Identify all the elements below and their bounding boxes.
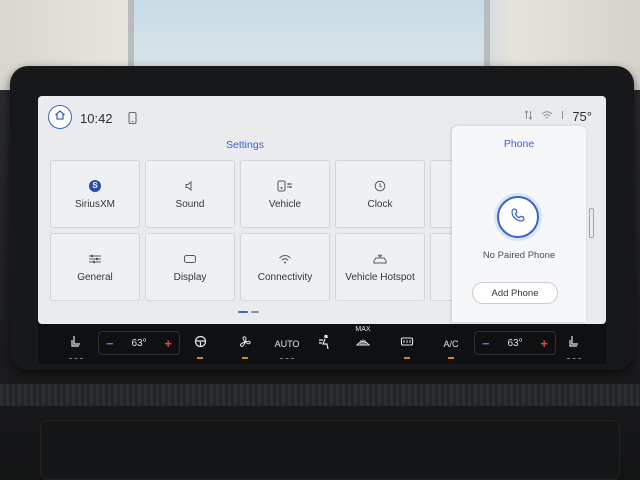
tile-label: General bbox=[77, 271, 113, 283]
airflow-mode-button[interactable] bbox=[314, 330, 336, 358]
phone-pairing-status: No Paired Phone bbox=[482, 250, 556, 261]
phone-call-button[interactable] bbox=[497, 196, 539, 238]
phone-status-icon bbox=[128, 111, 137, 129]
tile-label: Vehicle Hotspot bbox=[345, 271, 415, 283]
vehicle-settings-icon bbox=[277, 179, 293, 193]
driver-temp-up-button[interactable]: + bbox=[164, 336, 172, 351]
tile-vehicle-hotspot[interactable]: Vehicle Hotspot bbox=[335, 233, 425, 301]
background-window bbox=[128, 0, 490, 70]
home-button[interactable] bbox=[48, 105, 72, 129]
tile-label: Connectivity bbox=[257, 271, 313, 283]
tile-display[interactable]: Display bbox=[145, 233, 235, 301]
steering-wheel-icon bbox=[194, 335, 207, 353]
siriusxm-icon: S bbox=[89, 179, 101, 193]
siriusxm-badge: S bbox=[89, 179, 101, 192]
steering-wheel-heat-button[interactable] bbox=[190, 330, 210, 359]
active-indicator bbox=[404, 357, 410, 359]
phone-panel: Phone No Paired Phone Add Phone bbox=[452, 126, 586, 322]
passenger-temp-up-button[interactable]: + bbox=[540, 336, 548, 351]
auto-label: AUTO bbox=[274, 339, 300, 349]
infotainment-screen: 10:42 75° Settings S SiriusXM Sound Vehi… bbox=[38, 96, 606, 324]
passenger-temperature-control: − 63° + bbox=[474, 331, 556, 355]
dashboard-lower-panel bbox=[40, 420, 620, 480]
tile-label: Vehicle bbox=[268, 198, 302, 210]
seat-heat-icon bbox=[568, 335, 580, 354]
clock-time: 10:42 bbox=[80, 111, 113, 126]
driver-seat-heat-button[interactable] bbox=[66, 330, 86, 360]
active-indicator bbox=[197, 357, 203, 359]
phone-icon bbox=[510, 207, 526, 228]
max-defrost-button[interactable]: MAX bbox=[350, 326, 376, 358]
hotspot-car-icon bbox=[372, 252, 388, 266]
tile-vehicle[interactable]: Vehicle bbox=[240, 160, 330, 228]
sliders-icon bbox=[88, 252, 102, 266]
tile-label: SiriusXM bbox=[74, 198, 115, 210]
rear-defrost-icon bbox=[400, 335, 414, 353]
airflow-person-icon bbox=[318, 334, 332, 355]
add-phone-button[interactable]: Add Phone bbox=[472, 282, 558, 304]
tile-label: Display bbox=[173, 271, 207, 283]
active-indicator bbox=[448, 357, 454, 359]
speaker-icon bbox=[184, 179, 196, 193]
tile-clock[interactable]: Clock bbox=[335, 160, 425, 228]
outside-temperature: 75° bbox=[572, 108, 592, 124]
level-indicator bbox=[567, 358, 581, 360]
climate-control-bar: − 63° + AUTO MAX A/C − 63° + bbox=[38, 324, 606, 364]
driver-temp-down-button[interactable]: − bbox=[106, 336, 114, 351]
fan-icon bbox=[238, 335, 252, 354]
tile-sound[interactable]: Sound bbox=[145, 160, 235, 228]
page-indicator bbox=[238, 311, 259, 313]
tile-siriusxm[interactable]: S SiriusXM bbox=[50, 160, 140, 228]
panel-scroll-indicator[interactable] bbox=[589, 208, 594, 238]
clock-icon bbox=[374, 179, 386, 193]
home-icon bbox=[54, 108, 66, 126]
tile-connectivity[interactable]: Connectivity bbox=[240, 233, 330, 301]
auto-climate-button[interactable]: AUTO bbox=[272, 330, 302, 360]
tile-general[interactable]: General bbox=[50, 233, 140, 301]
ac-button[interactable]: A/C bbox=[438, 330, 464, 359]
active-indicator bbox=[242, 357, 248, 359]
passenger-temperature: 63° bbox=[507, 337, 523, 349]
level-indicator bbox=[280, 358, 294, 360]
wifi-signal-icon bbox=[541, 107, 553, 125]
ac-label: A/C bbox=[443, 339, 459, 349]
wifi-icon bbox=[278, 252, 292, 266]
tile-label: Sound bbox=[175, 198, 205, 210]
driver-temperature: 63° bbox=[131, 337, 147, 349]
level-indicator bbox=[69, 358, 83, 360]
data-transfer-icon bbox=[524, 107, 533, 125]
dashboard-vent-strip bbox=[0, 384, 640, 406]
display-icon bbox=[183, 252, 197, 266]
max-label: MAX bbox=[355, 326, 371, 333]
front-defrost-icon bbox=[355, 335, 371, 353]
passenger-temp-down-button[interactable]: − bbox=[482, 336, 490, 351]
status-indicators: 75° bbox=[524, 107, 592, 125]
rear-defrost-button[interactable] bbox=[396, 330, 418, 359]
tile-label: Clock bbox=[367, 198, 393, 210]
seat-heat-icon bbox=[70, 335, 82, 354]
phone-panel-title: Phone bbox=[503, 138, 535, 150]
driver-temperature-control: − 63° + bbox=[98, 331, 180, 355]
signal-bar-icon bbox=[561, 107, 564, 125]
passenger-seat-heat-button[interactable] bbox=[564, 330, 584, 360]
page-dot-active bbox=[238, 311, 248, 313]
fan-speed-button[interactable] bbox=[234, 330, 256, 359]
page-dot bbox=[251, 311, 259, 313]
settings-title: Settings bbox=[226, 139, 264, 151]
